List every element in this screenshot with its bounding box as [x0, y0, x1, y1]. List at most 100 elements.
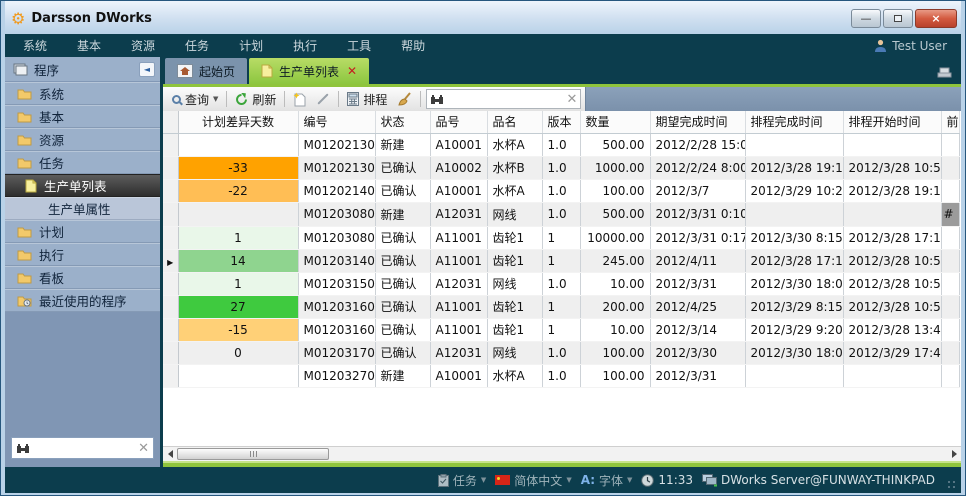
table-row[interactable]: 14 M012031402 已确认 A11001 齿轮1 1 245.00 20… — [163, 249, 960, 272]
due-cell: 2012/3/31 0:17 — [650, 226, 745, 249]
sidebar-search-clear-icon[interactable]: ✕ — [138, 442, 149, 455]
horizontal-scrollbar[interactable] — [163, 446, 961, 461]
menu-help[interactable]: 帮助 — [401, 37, 425, 54]
chevron-down-icon: ▼ — [627, 476, 632, 484]
diff-cell: 14 — [178, 249, 298, 272]
font-icon: A: — [581, 473, 595, 487]
production-order-grid: 计划差异天数 编号 状态 品号 品名 版本 数量 期望完成时间 排程完成时间 排… — [163, 111, 961, 446]
sidebar-item-production-order-props[interactable]: 生产单属性 — [5, 197, 160, 220]
status-cell: 已确认 — [375, 249, 430, 272]
user-name: Test User — [892, 39, 947, 53]
separator — [226, 91, 227, 107]
version-cell: 1.0 — [542, 272, 580, 295]
scroll-right-icon[interactable] — [949, 449, 959, 459]
sidebar-item-kanban[interactable]: 看板 — [5, 266, 160, 289]
language-dropdown[interactable]: 简体中文 ▼ — [495, 472, 571, 489]
diff-cell — [178, 133, 298, 156]
new-document-icon — [293, 92, 306, 107]
version-cell: 1 — [542, 318, 580, 341]
user-menu[interactable]: Test User — [874, 39, 947, 53]
table-row[interactable]: -15 M012031602 已确认 A11001 齿轮1 1 10.00 20… — [163, 318, 960, 341]
code-cell: M012021302 — [298, 156, 375, 179]
menu-task[interactable]: 任务 — [185, 37, 209, 54]
table-row[interactable]: 1 M012031501 已确认 A12031 网线 1.0 10.00 201… — [163, 272, 960, 295]
table-row[interactable]: -22 M012021401 已确认 A10001 水杯A 1.0 100.00… — [163, 179, 960, 202]
sidebar-item-basic[interactable]: 基本 — [5, 105, 160, 128]
menu-plan[interactable]: 计划 — [239, 37, 263, 54]
table-row[interactable]: M012032701 新建 A10001 水杯A 1.0 100.00 2012… — [163, 364, 960, 387]
restore-button[interactable] — [883, 9, 913, 28]
sidebar-item-plan[interactable]: 计划 — [5, 220, 160, 243]
tab-close-icon[interactable]: ✕ — [347, 64, 357, 78]
table-row[interactable]: 0 M012031701 已确认 A12031 网线 1.0 100.00 20… — [163, 341, 960, 364]
col-item-name[interactable]: 品名 — [487, 111, 542, 133]
col-plan-diff-days[interactable]: 计划差异天数 — [178, 111, 298, 133]
col-qty[interactable]: 数量 — [580, 111, 650, 133]
table-row[interactable]: -33 M012021302 已确认 A10002 水杯B 1.0 1000.0… — [163, 156, 960, 179]
refresh-button[interactable]: 刷新 — [230, 89, 281, 109]
toolbar-search-clear-icon[interactable]: ✕ — [567, 93, 578, 106]
col-version[interactable]: 版本 — [542, 111, 580, 133]
close-button[interactable]: × — [915, 9, 957, 28]
minimize-button[interactable]: — — [851, 9, 881, 28]
col-item-no[interactable]: 品号 — [430, 111, 487, 133]
schedule-button[interactable]: 排程 — [342, 89, 392, 109]
app-gear-icon: ⚙ — [11, 11, 25, 27]
due-cell: 2012/3/31 — [650, 272, 745, 295]
edit-button[interactable] — [311, 89, 335, 109]
sidebar-item-production-order-list[interactable]: 生产单列表 — [5, 174, 160, 197]
status-cell: 已确认 — [375, 341, 430, 364]
status-cell: 已确认 — [375, 156, 430, 179]
scrollbar-thumb[interactable] — [177, 448, 329, 460]
code-cell: M012031701 — [298, 341, 375, 364]
tab-menu-icon[interactable] — [937, 64, 953, 83]
sidebar-item-recent-programs[interactable]: 最近使用的程序 — [5, 289, 160, 312]
table-row[interactable]: 27 M012031601 已确认 A11001 齿轮1 1 200.00 20… — [163, 295, 960, 318]
diff-cell — [178, 202, 298, 226]
row-selector-cell — [163, 156, 178, 179]
sidebar-item-system[interactable]: 系统 — [5, 82, 160, 105]
sidebar-item-resource[interactable]: 资源 — [5, 128, 160, 151]
sidebar-item-task[interactable]: 任务 — [5, 151, 160, 174]
due-cell: 2012/2/28 15:00 — [650, 133, 745, 156]
sched-start-cell: 2012/3/28 10:52 — [843, 295, 941, 318]
clean-button[interactable] — [392, 89, 417, 109]
menu-system[interactable]: 系统 — [23, 37, 47, 54]
table-row[interactable]: M012021301 新建 A10001 水杯A 1.0 500.00 2012… — [163, 133, 960, 156]
tab-production-order-list[interactable]: 生产单列表 ✕ — [249, 58, 369, 84]
new-button[interactable] — [288, 89, 311, 109]
menu-resource[interactable]: 资源 — [131, 37, 155, 54]
col-code[interactable]: 编号 — [298, 111, 375, 133]
menu-execute[interactable]: 执行 — [293, 37, 317, 54]
col-sched-start[interactable]: 排程开始时间 — [843, 111, 941, 133]
col-partial[interactable]: 前 — [941, 111, 960, 133]
table-row[interactable]: 1 M012030802 已确认 A11001 齿轮1 1 10000.00 2… — [163, 226, 960, 249]
tab-start-page[interactable]: 起始页 — [165, 58, 247, 84]
resize-grip[interactable] — [947, 480, 957, 490]
diff-cell: 0 — [178, 341, 298, 364]
item-name-cell: 水杯A — [487, 364, 542, 387]
menubar: 系统 基本 资源 任务 计划 执行 工具 帮助 Test User — [5, 34, 961, 57]
sidebar-item-execute[interactable]: 执行 — [5, 243, 160, 266]
menu-basic[interactable]: 基本 — [77, 37, 101, 54]
document-icon — [261, 64, 273, 78]
table-row[interactable]: M012030801 新建 A12031 网线 1.0 500.00 2012/… — [163, 202, 960, 226]
col-expected-finish[interactable]: 期望完成时间 — [650, 111, 745, 133]
menu-tools[interactable]: 工具 — [347, 37, 371, 54]
col-sched-finish[interactable]: 排程完成时间 — [745, 111, 843, 133]
row-selector-cell — [163, 133, 178, 156]
binoculars-icon — [16, 443, 30, 454]
task-dropdown[interactable]: 任务 ▼ — [438, 472, 486, 489]
query-button[interactable]: 查询 ▼ — [167, 89, 223, 109]
sidebar-collapse-button[interactable]: ◄ — [139, 62, 155, 77]
sidebar-search-input[interactable] — [30, 440, 138, 456]
toolbar-search-input[interactable] — [444, 91, 566, 107]
due-cell: 2012/4/25 — [650, 295, 745, 318]
font-dropdown[interactable]: A: 字体 ▼ — [581, 472, 633, 489]
overflow-marker-cell — [941, 249, 960, 272]
scroll-left-icon[interactable] — [165, 449, 175, 459]
col-status[interactable]: 状态 — [375, 111, 430, 133]
overflow-marker: # — [942, 203, 960, 226]
overflow-marker-cell — [941, 318, 960, 341]
folder-icon — [17, 88, 32, 100]
